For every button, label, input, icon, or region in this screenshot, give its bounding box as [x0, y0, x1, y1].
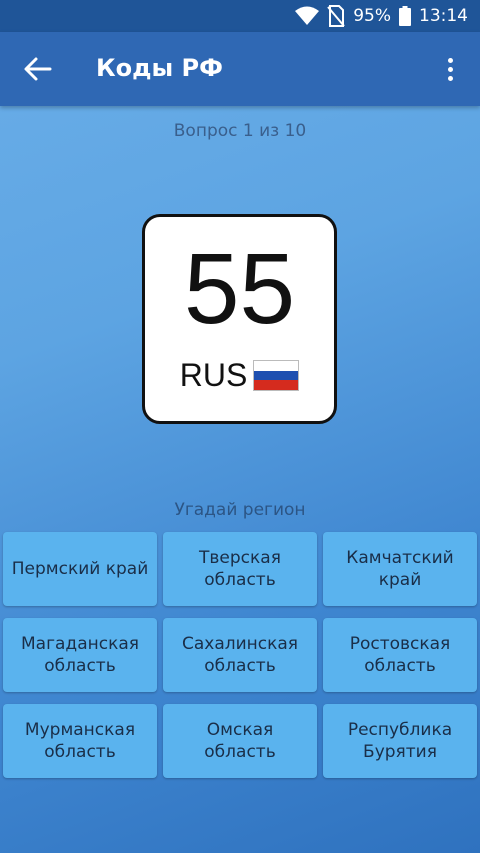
answer-option-2[interactable]: Тверская область [163, 532, 317, 606]
answer-grid: Пермский край Тверская область Камчатски… [3, 532, 477, 778]
flag-stripe-blue [254, 370, 299, 381]
app-bar: Коды РФ [0, 32, 480, 106]
plate-country-row: RUS [145, 357, 334, 394]
app-title: Коды РФ [96, 54, 223, 82]
more-vert-icon [447, 57, 453, 63]
clock: 13:14 [419, 6, 468, 26]
answer-option-7[interactable]: Мурманская область [3, 704, 157, 778]
wifi-icon [295, 6, 320, 26]
plate-region-code: 55 [183, 233, 296, 345]
answer-option-8[interactable]: Омская область [163, 704, 317, 778]
back-arrow-icon [24, 57, 52, 81]
answer-option-6[interactable]: Ростовская область [323, 618, 477, 692]
question-counter: Вопрос 1 из 10 [173, 121, 307, 141]
license-plate: 55 RUS [142, 214, 337, 424]
answer-option-1[interactable]: Пермский край [3, 532, 157, 606]
status-bar: 95% 13:14 [0, 0, 480, 32]
answer-option-3[interactable]: Камчатский край [323, 532, 477, 606]
flag-stripe-red [254, 380, 299, 391]
more-options-button[interactable] [438, 54, 462, 84]
plate-country-code: RUS [179, 357, 248, 393]
more-vert-dot [447, 66, 453, 72]
answer-option-9[interactable]: Республика Бурятия [323, 704, 477, 778]
back-button[interactable] [20, 54, 54, 84]
answer-option-4[interactable]: Магаданская область [3, 618, 157, 692]
battery-icon [399, 6, 411, 26]
russian-flag-icon [253, 360, 300, 391]
flag-stripe-white [254, 361, 299, 371]
no-sim-icon [327, 5, 345, 27]
battery-percent: 95% [353, 6, 391, 26]
quiz-prompt: Угадай регион [174, 500, 306, 520]
more-vert-dot [447, 75, 453, 81]
answer-option-5[interactable]: Сахалинская область [163, 618, 317, 692]
